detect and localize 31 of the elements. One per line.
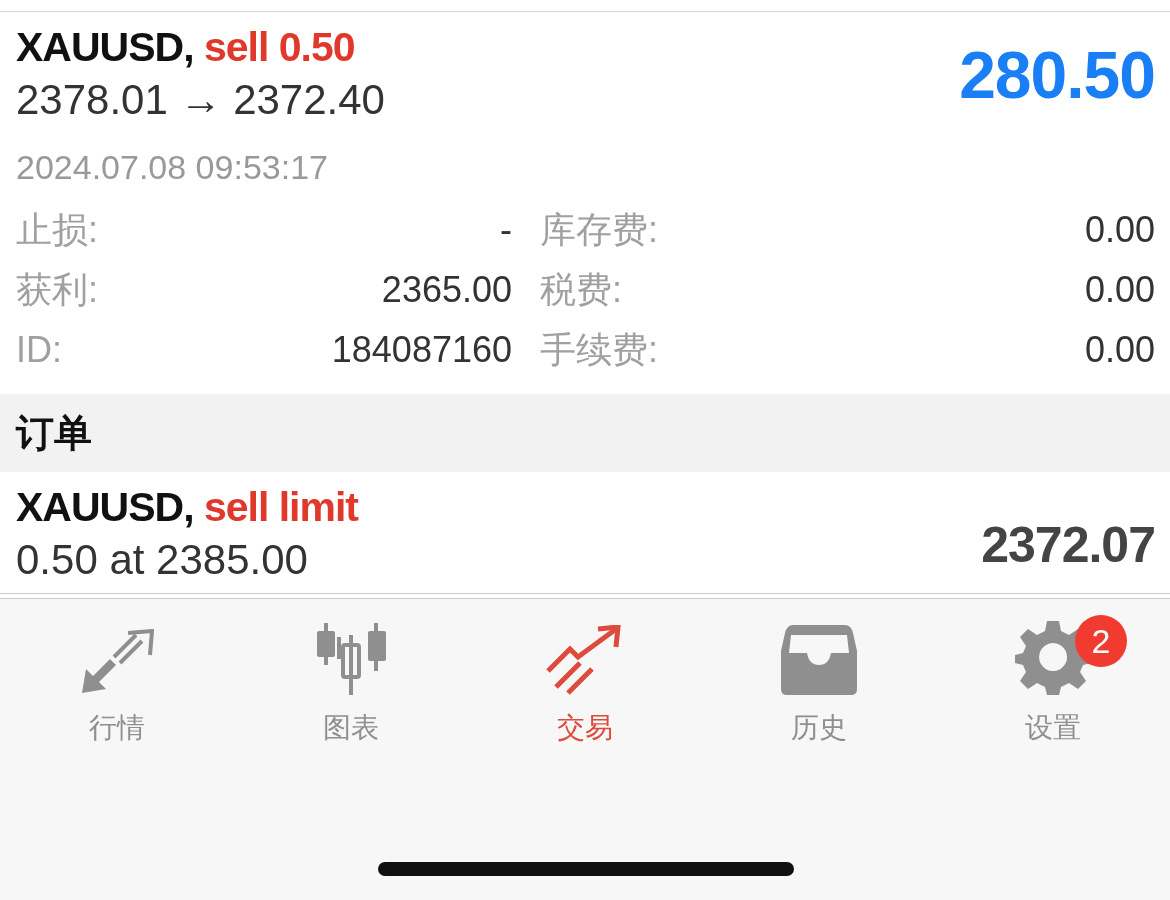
tab[interactable]: 历史: [719, 619, 919, 747]
detail-value: -: [500, 208, 512, 252]
order-details-text: 0.50 at 2385.00: [16, 534, 309, 585]
tab[interactable]: 交易: [485, 619, 685, 747]
detail-value: 0.00: [1084, 268, 1155, 312]
arrows-icon: [80, 629, 154, 695]
order-type-text: sell limit: [203, 483, 358, 530]
detail-label: ID:: [16, 328, 62, 372]
detail-label: 库存费:: [540, 208, 658, 252]
symbol-text: XAUUSD,: [16, 24, 194, 70]
inbox-tray-icon: [781, 625, 857, 695]
detail-value: 184087160: [331, 328, 512, 372]
detail-label: 获利:: [16, 268, 98, 312]
detail-value: 0.00: [1084, 328, 1155, 372]
detail-label: 止损:: [16, 208, 98, 252]
detail-value: 2365.00: [381, 268, 512, 312]
trend-arrow-icon: [546, 625, 624, 695]
price-range-text: 2378.01 → 2372.40: [16, 75, 385, 125]
symbol-text: XAUUSD,: [16, 483, 194, 530]
order-price-text: 2372.07: [981, 515, 1155, 574]
profit-text: 280.50: [959, 37, 1155, 113]
detail-value: 0.00: [1084, 208, 1155, 252]
section-title: 订单: [16, 410, 92, 456]
notification-badge: 2: [1075, 615, 1127, 667]
tab[interactable]: 行情: [17, 619, 217, 747]
tab[interactable]: 图表: [251, 619, 451, 747]
detail-label: 税费:: [540, 268, 622, 312]
open-time-text: 2024.07.08 09:53:17: [16, 147, 329, 188]
trade-type-text: sell 0.50: [203, 24, 355, 70]
detail-label: 手续费:: [540, 328, 658, 372]
order-card[interactable]: XAUUSD, sell limit 0.50 at 2385.00 2372.07: [0, 472, 1170, 594]
